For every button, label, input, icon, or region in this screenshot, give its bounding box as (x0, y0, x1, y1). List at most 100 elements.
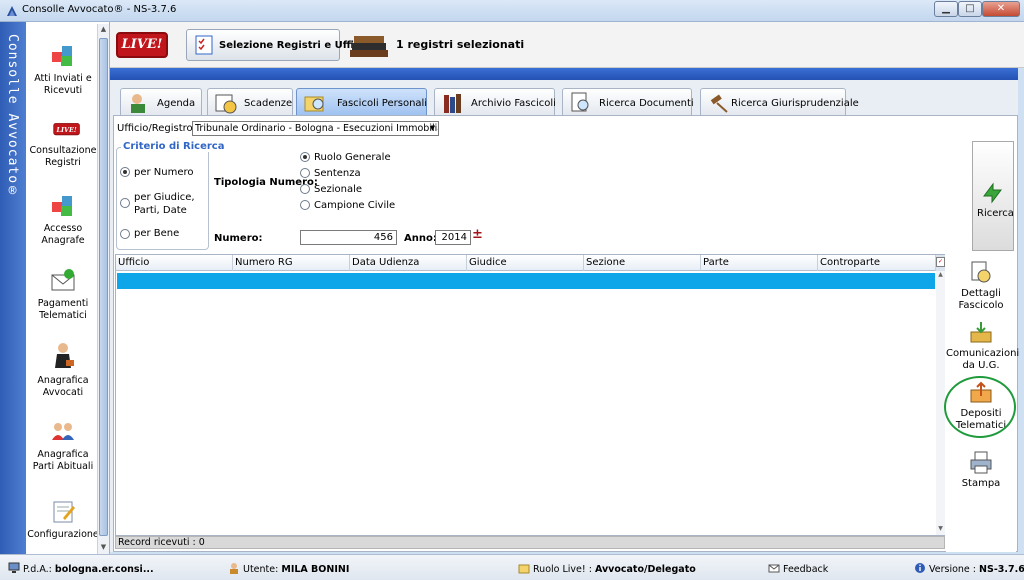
svg-text:LIVE!: LIVE! (55, 126, 76, 134)
stampa-button[interactable]: Stampa (946, 450, 1016, 490)
left-nav-scrollbar[interactable]: ▲ ▼ (97, 24, 109, 554)
radio-sentenza[interactable] (300, 168, 310, 178)
calendar-clock-icon (215, 94, 237, 114)
people-icon (52, 423, 74, 440)
radio-label: Campione Civile (314, 200, 396, 211)
tab-ricerca-documenti[interactable]: Ricerca Documenti (562, 88, 694, 116)
app-icon (7, 6, 17, 16)
feedback-link[interactable]: Feedback (768, 562, 828, 575)
highlight-ring (944, 376, 1016, 438)
table-header: Ufficio Numero RG Data Udienza Giudice S… (116, 255, 936, 271)
results-table: Ufficio Numero RG Data Udienza Giudice S… (115, 254, 945, 536)
comunicazioni-button[interactable]: Comunicazioni da U.G. (946, 320, 1020, 372)
tab-label: Ricerca Giurisprudenziale (731, 98, 859, 109)
agenda-icon (131, 94, 145, 113)
status-bar: P.d.A.: bologna.er.consi... Utente: MILA… (0, 554, 1024, 580)
anno-label: Anno: (404, 233, 437, 244)
tab-agenda[interactable]: Agenda (120, 88, 202, 116)
year-stepper-icon[interactable]: ± (472, 228, 483, 241)
radio-label: per Numero (134, 167, 194, 178)
tab-label: Fascicoli Personali (337, 98, 428, 109)
chevron-down-icon[interactable]: ▼ (428, 123, 437, 134)
nav-anagrafica-avvocati[interactable]: Anagrafica Avvocati (26, 336, 100, 399)
nav-label: Anagrafica Avvocati (37, 375, 89, 398)
version-label: Versione : (929, 564, 976, 575)
numero-input[interactable]: 456 (300, 230, 397, 245)
nav-accesso-anagrafe[interactable]: Accesso Anagrafe (26, 192, 100, 247)
document-magnifier-icon (971, 261, 991, 283)
radio-campione-civile[interactable] (300, 200, 310, 210)
radio-per-bene[interactable] (120, 229, 130, 239)
pda-value: bologna.er.consi... (54, 564, 154, 575)
folder-search-icon (304, 96, 324, 112)
tab-ricerca-giurisprudenziale[interactable]: Ricerca Giurisprudenziale (700, 88, 859, 116)
column-header-giudice[interactable]: Giudice (467, 255, 584, 271)
tab-label: Scadenze (244, 98, 293, 109)
nav-label: Configurazione (27, 529, 99, 540)
radio-label: Sezionale (314, 184, 363, 195)
column-header-numero-rg[interactable]: Numero RG (233, 255, 350, 271)
ufficio-value: Tribunale Ordinario - Bologna - Esecuzio… (195, 123, 439, 134)
user-value: MILA BONINI (281, 564, 350, 575)
nav-label: Consultazione Registri (29, 145, 97, 168)
nav-configurazione[interactable]: Configurazione (26, 498, 100, 541)
nav-consultazione-registri[interactable]: LIVE! Consultazione Registri (26, 122, 100, 169)
nav-atti-inviati-ricevuti[interactable]: Atti Inviati e Ricevuti (26, 42, 100, 97)
nav-pagamenti-telematici[interactable]: Pagamenti Telematici (26, 267, 100, 322)
radio-ruolo-generale[interactable] (300, 152, 310, 162)
nav-label: Accesso Anagrafe (41, 223, 85, 246)
maximize-button[interactable]: □ (958, 1, 982, 17)
action-label: Dettagli Fascicolo (958, 288, 1004, 311)
top-toolbar: LIVE! Selezione Registri e Uffici 1 regi… (110, 22, 1024, 68)
ricerca-button[interactable]: Ricerca (972, 141, 1014, 251)
anno-input[interactable]: 2014 (435, 230, 471, 245)
radio-sezionale[interactable] (300, 184, 310, 194)
column-header-sezione[interactable]: Sezione (584, 255, 701, 271)
tab-label: Ricerca Documenti (599, 98, 694, 109)
select-registries-label: Selezione Registri e Uffici (219, 40, 364, 51)
ufficio-select[interactable]: Tribunale Ordinario - Bologna - Esecuzio… (192, 121, 439, 136)
radio-label: per Bene (134, 228, 180, 239)
document-search-icon (571, 92, 589, 112)
radio-label: Ruolo Generale (314, 152, 391, 163)
nav-anagrafica-parti-abituali[interactable]: Anagrafica Parti Abituali (26, 418, 100, 473)
radio-per-numero[interactable] (120, 167, 130, 177)
brand-label: Consolle Avvocato® (5, 34, 20, 201)
tab-archivio-fascicoli[interactable]: Archivio Fascicoli (434, 88, 556, 116)
minimize-button[interactable]: ▁ (934, 1, 958, 17)
archive-books-icon (444, 94, 461, 113)
tab-fascicoli-personali[interactable]: Fascicoli Personali (296, 88, 427, 116)
tab-scadenze[interactable]: Scadenze (207, 88, 293, 116)
header-divider (110, 68, 1018, 80)
numero-label: Numero: (214, 233, 263, 244)
scroll-thumb[interactable] (99, 38, 108, 536)
table-row-selected[interactable] (117, 273, 935, 289)
nav-label: Anagrafica Parti Abituali (32, 449, 94, 472)
tab-label: Archivio Fascicoli (471, 98, 556, 109)
radio-per-giudice[interactable] (120, 198, 130, 208)
books-icon (350, 36, 388, 57)
column-header-controparte[interactable]: Controparte (818, 255, 936, 271)
column-header-ufficio[interactable]: Ufficio (116, 255, 233, 271)
column-chooser-icon[interactable]: ✓ (936, 257, 945, 267)
action-label: Stampa (961, 478, 1001, 489)
select-registries-button[interactable]: Selezione Registri e Uffici (186, 29, 363, 61)
column-header-data-udienza[interactable]: Data Udienza (350, 255, 467, 271)
column-chooser[interactable]: ✓ (936, 255, 945, 271)
mail-icon (768, 564, 780, 573)
dettagli-fascicolo-button[interactable]: Dettagli Fascicolo (946, 260, 1016, 312)
scroll-down-icon[interactable]: ▼ (936, 525, 945, 535)
scroll-up-icon[interactable]: ▲ (99, 25, 108, 35)
close-button[interactable]: ✕ (982, 1, 1020, 17)
action-label: Comunicazioni da U.G. (946, 348, 1020, 371)
scroll-up-icon[interactable]: ▲ (936, 271, 945, 281)
ricerca-label: Ricerca (977, 208, 1014, 219)
live-badge[interactable]: LIVE! (116, 32, 168, 58)
scroll-down-icon[interactable]: ▼ (99, 543, 108, 553)
column-header-parte[interactable]: Parte (701, 255, 818, 271)
info-icon (915, 563, 925, 573)
envelope-icon (51, 269, 75, 291)
radio-label: Sentenza (314, 168, 361, 179)
radio-label: per Giudice, Parti, Date (134, 192, 195, 216)
criterio-title: Criterio di Ricerca (121, 141, 227, 152)
